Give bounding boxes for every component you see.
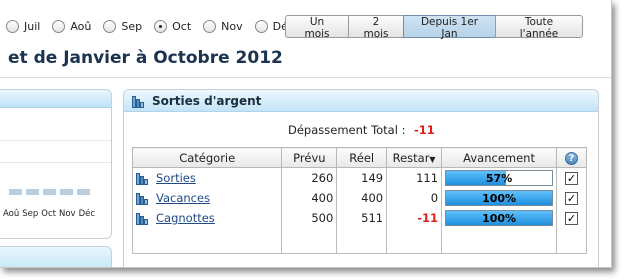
month-label: Oct — [172, 19, 192, 33]
chart-gridline — [0, 162, 111, 163]
progress-cell: 57% — [441, 167, 558, 188]
books-icon — [136, 211, 150, 225]
expenses-table: Catégorie Prévu Réel Restar▼ Avancement … — [131, 147, 587, 254]
progress-label: 57% — [485, 171, 513, 185]
axis-label: Nov — [59, 209, 76, 219]
month-label: Nov — [221, 19, 243, 33]
actual-cell: 149 — [336, 167, 388, 188]
app-window: Juil Aoû Sep Oct Nov Déc Un mois 2 mois … — [0, 0, 612, 268]
radio-button-checked[interactable] — [154, 19, 168, 33]
column-header-remaining-label: Restar — [392, 150, 430, 165]
column-header-category[interactable]: Catégorie — [131, 147, 283, 168]
checkbox-cell: ✓ — [556, 187, 587, 208]
month-radio-nov[interactable]: Nov — [203, 19, 243, 33]
month-radio-sep[interactable]: Sep — [103, 19, 143, 33]
expenses-panel-header: Sorties d'argent — [124, 90, 598, 112]
actual-cell: 511 — [336, 207, 388, 228]
planned-cell: 400 — [281, 187, 338, 208]
category-link[interactable]: Sorties — [156, 171, 196, 185]
progress-label: 100% — [482, 191, 517, 205]
books-icon — [132, 94, 146, 108]
chart-bar — [26, 189, 39, 195]
remaining-cell-negative: -11 — [386, 207, 443, 228]
checkbox-cell: ✓ — [556, 167, 587, 188]
monthly-chart-panel: Aoû Sep Oct Nov Déc — [0, 89, 112, 239]
help-icon[interactable]: ? — [565, 152, 579, 165]
radio-button[interactable] — [6, 19, 19, 33]
axis-label: Aoû — [3, 209, 20, 219]
category-link[interactable]: Cagnottes — [156, 211, 215, 225]
chart-bar — [77, 189, 90, 195]
column-header-remaining[interactable]: Restar▼ — [386, 147, 443, 168]
total-overrun-label: Dépassement Total : — [288, 123, 406, 137]
panel-title: Sorties d'argent — [152, 93, 262, 108]
month-label: Aoû — [70, 19, 92, 33]
radio-button[interactable] — [254, 19, 268, 33]
month-label: Sep — [121, 19, 143, 33]
row-checkbox[interactable]: ✓ — [565, 171, 579, 185]
row-checkbox[interactable]: ✓ — [565, 191, 579, 205]
radio-button[interactable] — [203, 19, 217, 33]
table-row: Vacances 400 400 0 100% ✓ — [131, 187, 587, 208]
remaining-cell: 111 — [386, 167, 443, 188]
progress-bar: 100% — [445, 189, 554, 206]
month-radio-oct[interactable]: Oct — [154, 19, 192, 33]
range-button-whole-year[interactable]: Toute l'année — [495, 15, 583, 40]
radio-button[interactable] — [52, 19, 66, 33]
month-radio-juil[interactable]: Juil — [6, 19, 41, 33]
progress-label: 100% — [482, 211, 517, 225]
progress-bar: 100% — [445, 209, 554, 226]
table-row: Sorties 260 149 111 57% ✓ — [131, 167, 587, 188]
column-header-progress[interactable]: Avancement — [441, 147, 558, 168]
column-header-actual[interactable]: Réel — [336, 147, 388, 168]
column-header-help[interactable]: ? — [556, 147, 587, 168]
range-button-two-months[interactable]: 2 mois — [348, 15, 404, 40]
remaining-cell: 0 — [386, 187, 443, 208]
axis-label: Déc — [78, 209, 96, 219]
axis-label: Oct — [41, 209, 56, 219]
category-cell: Vacances — [131, 187, 283, 208]
category-cell: Cagnottes — [131, 207, 283, 228]
books-icon — [136, 191, 150, 205]
month-selector: Juil Aoû Sep Oct Nov Déc — [0, 17, 306, 35]
planned-cell: 260 — [281, 167, 338, 188]
range-button-since-january[interactable]: Depuis 1er Jan — [403, 15, 496, 40]
chart-bar — [60, 189, 73, 195]
month-radio-aout[interactable]: Aoû — [52, 19, 92, 33]
progress-bar: 57% — [445, 169, 554, 186]
total-overrun-value: -11 — [414, 123, 435, 137]
chart-axis-labels: Aoû Sep Oct Nov Déc — [3, 209, 98, 219]
category-cell: Sorties — [131, 167, 283, 188]
checkbox-cell: ✓ — [556, 207, 587, 228]
chart-bar — [43, 189, 56, 195]
radio-button[interactable] — [103, 19, 117, 33]
chart-gridline — [0, 140, 111, 141]
row-checkbox[interactable]: ✓ — [565, 211, 579, 225]
table-empty-row — [131, 227, 587, 254]
chart-panel-header — [0, 90, 111, 108]
month-label: Juil — [24, 19, 41, 33]
table-row: Cagnottes 500 511 -11 100% ✓ — [131, 207, 587, 228]
second-panel-header — [0, 246, 112, 267]
title-divider — [0, 77, 611, 78]
range-button-one-month[interactable]: Un mois — [285, 15, 349, 40]
page-title: et de Janvier à Octobre 2012 — [8, 48, 283, 68]
progress-cell: 100% — [441, 207, 558, 228]
books-icon — [136, 171, 150, 185]
period-range-buttons: Un mois 2 mois Depuis 1er Jan Toute l'an… — [285, 15, 583, 40]
chart-bars — [9, 189, 94, 195]
planned-cell: 500 — [281, 207, 338, 228]
sort-desc-icon: ▼ — [429, 154, 436, 164]
expenses-panel: Sorties d'argent Dépassement Total : -11… — [123, 89, 599, 267]
column-header-planned[interactable]: Prévu — [281, 147, 338, 168]
category-link[interactable]: Vacances — [156, 191, 210, 205]
table-header-row: Catégorie Prévu Réel Restar▼ Avancement … — [131, 147, 587, 168]
actual-cell: 400 — [336, 187, 388, 208]
chart-bar — [9, 189, 22, 195]
progress-cell: 100% — [441, 187, 558, 208]
axis-label: Sep — [22, 209, 39, 219]
